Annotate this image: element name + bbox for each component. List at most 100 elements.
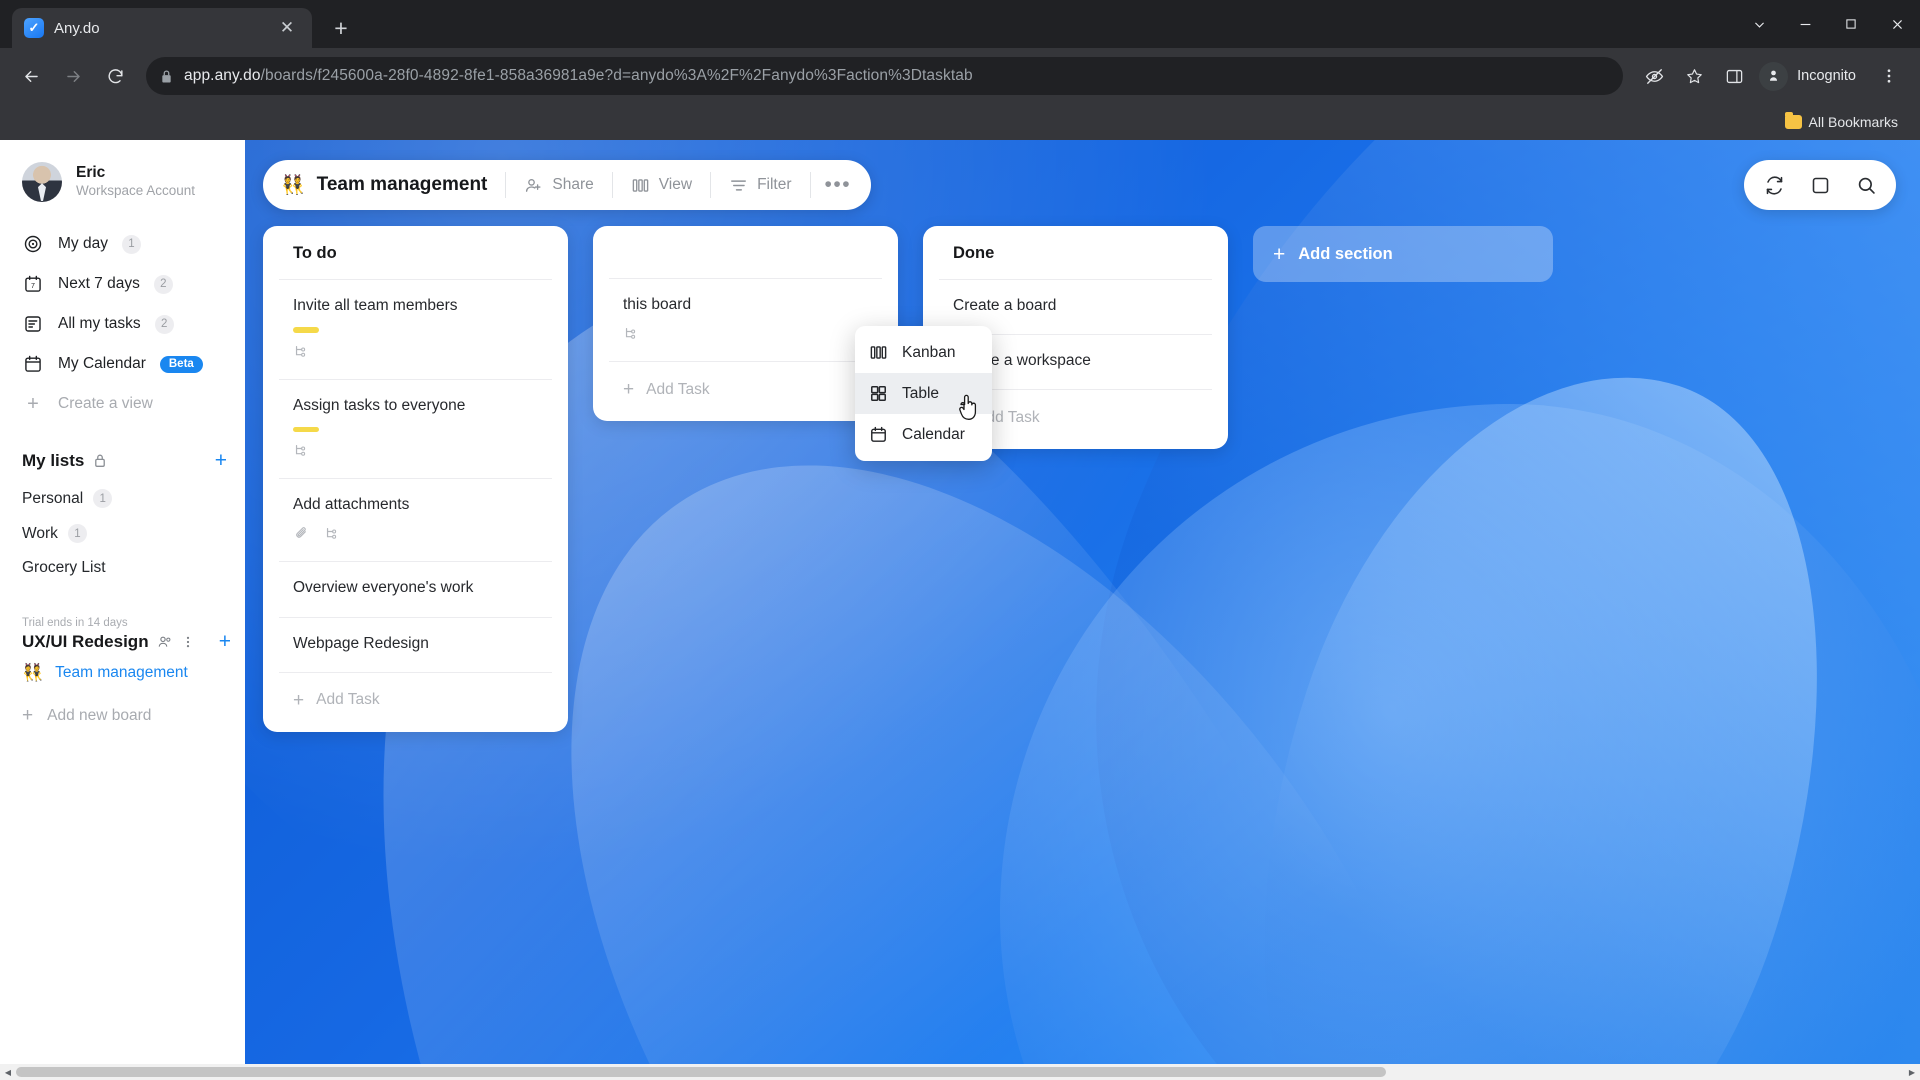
list-item-grocery-list[interactable]: Grocery List <box>0 551 245 585</box>
subtask-icon <box>293 442 310 464</box>
members-icon[interactable] <box>157 634 173 650</box>
sidebar-label: Next 7 days <box>58 275 140 292</box>
chevron-down-icon[interactable] <box>1736 0 1782 48</box>
sidebar-item-all-my-tasks[interactable]: All my tasks 2 <box>0 304 245 344</box>
board-column-middle: this board + Add Task <box>593 226 898 422</box>
add-task-button[interactable]: + Add Task <box>279 671 552 722</box>
add-board-label: Add new board <box>47 707 152 724</box>
task-meta-icons <box>623 325 868 347</box>
side-panel-icon[interactable] <box>1715 57 1753 95</box>
minimize-icon[interactable] <box>1782 0 1828 48</box>
sidebar-label: My Calendar <box>58 355 146 372</box>
scrollbar-thumb[interactable] <box>16 1067 1386 1077</box>
add-task-button[interactable]: + Add Task <box>609 361 882 411</box>
board-emoji: 👯 <box>22 663 44 682</box>
browser-toolbar: app.any.do/boards/f245600a-28f0-4892-8fe… <box>0 48 1920 104</box>
forward-arrow-icon[interactable] <box>54 57 92 95</box>
address-bar[interactable]: app.any.do/boards/f245600a-28f0-4892-8fe… <box>146 57 1624 95</box>
board-more-button[interactable]: ••• <box>811 160 866 210</box>
task-meta-icons <box>293 343 538 365</box>
share-label: Share <box>552 176 594 193</box>
sidebar-item-create-a-view[interactable]: + Create a view <box>0 384 245 424</box>
share-button[interactable]: Share <box>506 160 611 210</box>
sync-refresh-icon[interactable] <box>1754 165 1794 205</box>
task-tag <box>293 426 319 433</box>
profile-block[interactable]: Eric Workspace Account <box>0 140 245 220</box>
tab-strip: ✓ Any.do ✕ + <box>0 0 1920 48</box>
sidebar-item-my-day[interactable]: My day 1 <box>0 224 245 264</box>
badge-count: 2 <box>154 314 174 334</box>
url-path: /boards/f245600a-28f0-4892-8fe1-858a3698… <box>260 67 973 84</box>
task-card[interactable]: this board <box>609 278 882 361</box>
app-sidebar: Eric Workspace Account My day 1 7 Next 7… <box>0 140 245 1064</box>
column-title: To do <box>293 244 337 262</box>
bookmarks-bar: All Bookmarks <box>0 104 1920 140</box>
menu-item-kanban[interactable]: Kanban <box>855 332 992 373</box>
new-tab-button[interactable]: + <box>324 11 358 45</box>
scroll-right-icon[interactable]: ▶ <box>1904 1064 1920 1080</box>
add-task-label: Add Task <box>316 691 380 709</box>
view-label: View <box>658 176 693 193</box>
my-lists-title: My lists <box>22 450 85 470</box>
browser-tab[interactable]: ✓ Any.do ✕ <box>12 8 312 48</box>
calendar-icon <box>22 353 44 375</box>
filter-button[interactable]: Filter <box>711 160 809 210</box>
maximize-icon[interactable] <box>1828 0 1874 48</box>
square-layout-icon[interactable] <box>1800 165 1840 205</box>
task-title: this board <box>623 296 692 313</box>
board-label: Team management <box>55 664 188 681</box>
board-columns: To do Invite all team members Assign tas… <box>263 226 1920 1064</box>
subtask-icon <box>324 525 341 547</box>
star-icon[interactable] <box>1675 57 1713 95</box>
board-item-team-management[interactable]: 👯 Team management <box>0 652 245 694</box>
sidebar-item-next-7-days[interactable]: 7 Next 7 days 2 <box>0 264 245 304</box>
column-title: Done <box>953 244 995 262</box>
list-item-personal[interactable]: Personal 1 <box>0 481 245 516</box>
user-avatar <box>22 162 62 202</box>
search-icon[interactable] <box>1846 165 1886 205</box>
add-workspace-item-button[interactable]: + <box>219 631 231 652</box>
add-list-button[interactable]: + <box>215 450 227 471</box>
list-item-work[interactable]: Work 1 <box>0 516 245 551</box>
lock-icon <box>160 69 173 84</box>
task-card[interactable]: Overview everyone's work <box>279 561 552 616</box>
add-section-label: Add section <box>1298 244 1393 263</box>
task-title: Webpage Redesign <box>293 634 429 652</box>
sidebar-label: My day <box>58 235 108 252</box>
person-add-icon <box>524 176 543 195</box>
url-host: app.any.do <box>184 67 261 84</box>
eye-off-icon[interactable] <box>1635 57 1673 95</box>
kanban-columns-icon <box>631 176 650 195</box>
plus-icon: + <box>27 392 39 415</box>
plus-icon: + <box>1273 242 1286 266</box>
window-close-icon[interactable] <box>1874 0 1920 48</box>
board-emoji: 👯 <box>281 175 305 196</box>
horizontal-scrollbar[interactable]: ◀ ▶ <box>0 1064 1920 1080</box>
subtask-icon <box>293 343 310 365</box>
add-new-board-button[interactable]: + Add new board <box>0 694 245 738</box>
list-label: Grocery List <box>22 559 106 576</box>
scroll-left-icon[interactable]: ◀ <box>0 1064 16 1080</box>
window-controls <box>1736 0 1920 48</box>
task-title: Assign tasks to everyone <box>293 396 466 414</box>
task-card[interactable]: Invite all team members <box>279 279 552 379</box>
task-card[interactable]: Assign tasks to everyone <box>279 378 552 479</box>
view-button[interactable]: View <box>613 160 710 210</box>
add-section-button[interactable]: + Add section <box>1253 226 1553 282</box>
board-actions <box>1744 160 1896 210</box>
kebab-menu-icon[interactable] <box>181 634 195 650</box>
board-title-block[interactable]: 👯 Team management <box>281 173 505 197</box>
kebab-menu-icon[interactable] <box>1870 57 1908 95</box>
task-card[interactable]: Webpage Redesign <box>279 616 552 672</box>
all-bookmarks-button[interactable]: All Bookmarks <box>1777 111 1906 133</box>
incognito-indicator[interactable]: Incognito <box>1755 59 1868 94</box>
task-card[interactable]: Add attachments <box>279 478 552 561</box>
workspace-header: UX/UI Redesign + <box>0 631 245 652</box>
menu-item-label: Kanban <box>902 343 956 361</box>
reload-icon[interactable] <box>96 57 134 95</box>
sidebar-item-my-calendar[interactable]: My Calendar Beta <box>0 344 245 384</box>
back-arrow-icon[interactable] <box>12 57 50 95</box>
url-text: app.any.do/boards/f245600a-28f0-4892-8fe… <box>184 67 973 85</box>
close-icon[interactable]: ✕ <box>274 15 300 41</box>
filter-label: Filter <box>757 176 792 193</box>
